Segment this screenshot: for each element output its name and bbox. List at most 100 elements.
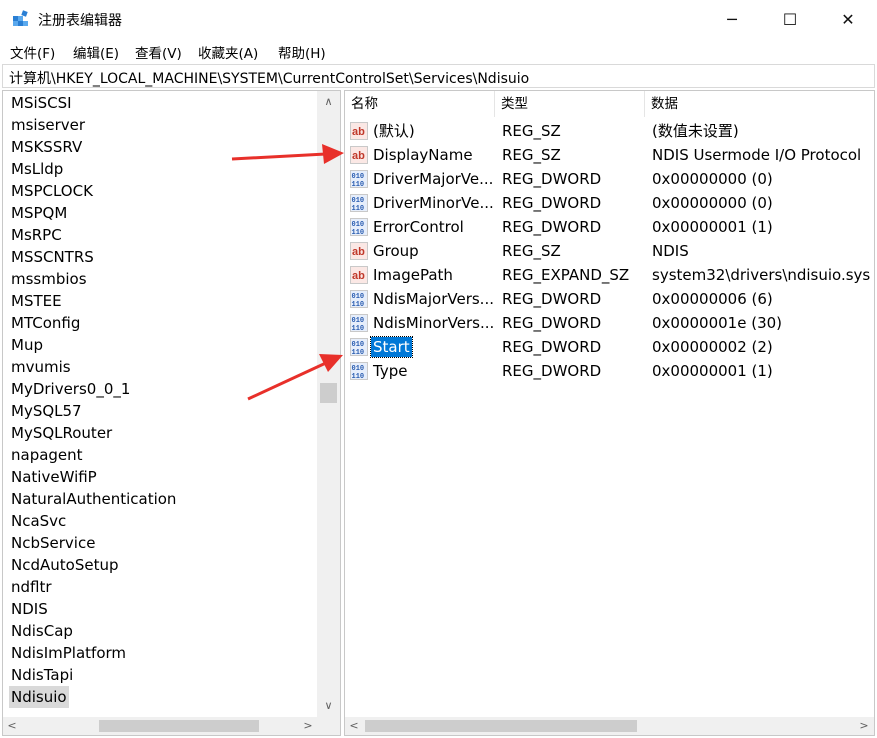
tree-item[interactable]: NativeWifiP xyxy=(9,466,99,488)
value-data: 0x00000002 (2) xyxy=(652,338,773,356)
tree-horizontal-scrollbar[interactable]: < > xyxy=(3,717,340,735)
value-data: 0x00000000 (0) xyxy=(652,194,773,212)
value-data: 0x00000001 (1) xyxy=(652,362,773,380)
value-data: 0x00000000 (0) xyxy=(652,170,773,188)
svg-text:ab: ab xyxy=(352,126,365,138)
tree-item[interactable]: NdisImPlatform xyxy=(9,642,128,664)
value-row[interactable]: 010 110 ErrorControl REG_DWORD 0x00000001 (1… xyxy=(345,215,874,239)
value-row[interactable]: ab DisplayName REG_SZ NDIS Usermode I/O Pro… xyxy=(345,143,874,167)
value-name: Start xyxy=(370,336,413,358)
tree-item[interactable]: MSTEE xyxy=(9,290,64,312)
scroll-right-icon[interactable]: > xyxy=(299,717,317,735)
menu-help[interactable]: 帮助(H) xyxy=(278,42,326,62)
menu-file[interactable]: 文件(F) xyxy=(10,42,55,62)
tree-item[interactable]: NaturalAuthentication xyxy=(9,488,178,510)
tree-item[interactable]: MsRPC xyxy=(9,224,64,246)
scroll-left-icon[interactable]: < xyxy=(3,717,21,735)
tree-item[interactable]: MySQLRouter xyxy=(9,422,114,444)
svg-text:110: 110 xyxy=(352,373,365,380)
menu-view[interactable]: 查看(V) xyxy=(135,42,182,62)
tree-item[interactable]: MSKSSRV xyxy=(9,136,84,158)
tree-item[interactable]: ndfltr xyxy=(9,576,54,598)
maximize-button[interactable]: ☐ xyxy=(761,0,819,38)
value-row[interactable]: 010 110 NdisMinorVers... REG_DWORD 0x0000001… xyxy=(345,311,874,335)
value-name: DisplayName xyxy=(373,146,473,164)
regedit-app-icon xyxy=(13,10,28,26)
tree-item[interactable]: MyDrivers0_0_1 xyxy=(9,378,132,400)
value-row[interactable]: ab Group REG_SZ NDIS xyxy=(345,239,874,263)
tree-item[interactable]: NcaSvc xyxy=(9,510,68,532)
value-data: 0x00000001 (1) xyxy=(652,218,773,236)
minimize-button[interactable]: ─ xyxy=(703,0,761,38)
tree-item[interactable]: mssmbios xyxy=(9,268,89,290)
value-row[interactable]: 010 110 NdisMajorVers... REG_DWORD 0x0000000… xyxy=(345,287,874,311)
value-name: Group xyxy=(373,242,419,260)
tree-hscroll-thumb[interactable] xyxy=(99,720,259,732)
value-row[interactable]: ab (默认) REG_SZ (数值未设置) xyxy=(345,119,874,143)
binary-value-icon: 010 110 xyxy=(350,194,368,213)
svg-text:010: 010 xyxy=(352,173,365,181)
value-type: REG_SZ xyxy=(502,146,561,164)
value-name: NdisMinorVers... xyxy=(373,314,495,332)
list-horizontal-scrollbar[interactable]: < > xyxy=(345,717,874,735)
value-type: REG_SZ xyxy=(502,242,561,260)
svg-text:010: 010 xyxy=(352,317,365,325)
value-name: Type xyxy=(373,362,408,380)
binary-value-icon: 010 110 xyxy=(350,170,368,189)
tree-item[interactable]: NcbService xyxy=(9,532,97,554)
tree-item[interactable]: MTConfig xyxy=(9,312,82,334)
tree-item[interactable]: mvumis xyxy=(9,356,73,378)
tree-vertical-scrollbar[interactable]: ∧ ∨ xyxy=(317,91,340,717)
binary-value-icon: 010 110 xyxy=(350,338,368,357)
tree-item[interactable]: NdisTapi xyxy=(9,664,75,686)
string-value-icon: ab xyxy=(350,242,368,260)
address-bar[interactable]: 计算机\HKEY_LOCAL_MACHINE\SYSTEM\CurrentCon… xyxy=(2,64,875,88)
tree-item[interactable]: MSPCLOCK xyxy=(9,180,95,202)
value-name: DriverMajorVe... xyxy=(373,170,494,188)
value-data: system32\drivers\ndisuio.sys xyxy=(652,266,871,284)
string-value-icon: ab xyxy=(350,146,368,164)
tree-item[interactable]: NDIS xyxy=(9,598,50,620)
tree-item[interactable]: msiserver xyxy=(9,114,87,136)
tree-item[interactable]: MSSCNTRS xyxy=(9,246,96,268)
value-type: REG_DWORD xyxy=(502,170,602,188)
tree-item[interactable]: Mup xyxy=(9,334,45,356)
value-list-pane: 名称 类型 数据 ab (默认) REG_SZ (数值未设置) ab DisplayNam… xyxy=(344,90,875,736)
svg-text:ab: ab xyxy=(352,270,365,282)
value-row[interactable]: 010 110 DriverMinorVe... REG_DWORD 0x0000000… xyxy=(345,191,874,215)
value-name: DriverMinorVe... xyxy=(373,194,494,212)
tree-item[interactable]: napagent xyxy=(9,444,85,466)
tree-item[interactable]: MSiSCSI xyxy=(9,92,74,114)
list-hscroll-thumb[interactable] xyxy=(365,720,637,732)
menu-edit[interactable]: 编辑(E) xyxy=(73,42,119,62)
column-header-type[interactable]: 类型 xyxy=(495,91,645,117)
tree-item[interactable]: MySQL57 xyxy=(9,400,84,422)
tree-item-selected[interactable]: Ndisuio xyxy=(9,686,69,708)
scroll-down-icon[interactable]: ∨ xyxy=(317,697,340,715)
value-name: ImagePath xyxy=(373,266,453,284)
menu-favorites[interactable]: 收藏夹(A) xyxy=(198,42,258,62)
tree-item[interactable]: MsLldp xyxy=(9,158,65,180)
value-row[interactable]: 010 110 DriverMajorVe... REG_DWORD 0x0000000… xyxy=(345,167,874,191)
value-name: NdisMajorVers... xyxy=(373,290,494,308)
close-button[interactable]: ✕ xyxy=(819,0,877,38)
maximize-icon: ☐ xyxy=(782,9,798,29)
scroll-up-icon[interactable]: ∧ xyxy=(317,93,340,111)
svg-text:010: 010 xyxy=(352,221,365,229)
string-value-icon: ab xyxy=(350,266,368,284)
value-row-selected[interactable]: 010 110 Start REG_DWORD 0x00000002 (2) xyxy=(345,335,874,359)
scroll-left-icon[interactable]: < xyxy=(345,717,363,735)
tree-item[interactable]: NdisCap xyxy=(9,620,75,642)
value-type: REG_DWORD xyxy=(502,338,602,356)
tree-item[interactable]: NcdAutoSetup xyxy=(9,554,120,576)
value-type: REG_DWORD xyxy=(502,218,602,236)
column-header-name[interactable]: 名称 xyxy=(345,91,495,117)
tree-vscroll-thumb[interactable] xyxy=(320,383,337,403)
svg-text:110: 110 xyxy=(352,349,365,356)
svg-text:010: 010 xyxy=(352,341,365,349)
column-header-data[interactable]: 数据 xyxy=(645,91,874,117)
value-row[interactable]: 010 110 Type REG_DWORD 0x00000001 (1) xyxy=(345,359,874,383)
scroll-right-icon[interactable]: > xyxy=(855,717,873,735)
value-row[interactable]: ab ImagePath REG_EXPAND_SZ system32\drivers… xyxy=(345,263,874,287)
tree-item[interactable]: MSPQM xyxy=(9,202,69,224)
